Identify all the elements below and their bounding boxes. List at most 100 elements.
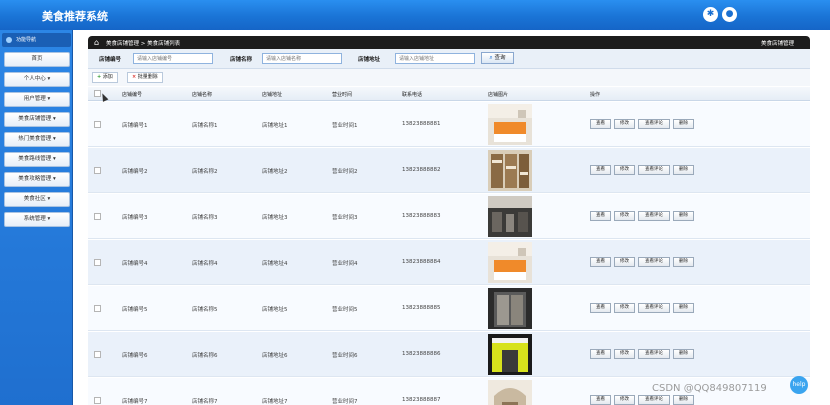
help-bubble-icon[interactable]: help	[790, 376, 808, 394]
sidebar-item-shop-management[interactable]: 美食店铺管理 ▾	[4, 112, 70, 127]
cell-name: 店铺名称4	[192, 261, 218, 267]
search-button[interactable]: ⌕ 查询	[481, 52, 514, 64]
table-row: 店铺编号4 店铺名称4 店铺地址4 营业时间4 13823888884 查看 修改 查看评论删…	[88, 240, 810, 285]
nav-dot-icon	[6, 37, 12, 43]
cell-phone: 13823888886	[402, 351, 441, 357]
edit-button[interactable]: 修改	[614, 211, 635, 221]
view-comments-button[interactable]: 查看评论	[638, 303, 670, 313]
col-shop-id[interactable]: 店铺编号	[122, 91, 142, 98]
shop-image[interactable]	[488, 334, 532, 375]
batch-delete-button[interactable]: × 批量删除	[127, 72, 163, 83]
row-checkbox[interactable]	[94, 305, 101, 312]
view-comments-button[interactable]: 查看评论	[638, 119, 670, 129]
edit-button[interactable]: 修改	[614, 349, 635, 359]
cell-id: 店铺编号2	[122, 169, 148, 175]
user-icon[interactable]: ●	[722, 7, 737, 22]
shop-image[interactable]	[488, 288, 532, 329]
row-checkbox[interactable]	[94, 259, 101, 266]
view-button[interactable]: 查看	[590, 395, 611, 405]
cell-id: 店铺编号4	[122, 261, 148, 267]
cell-phone: 13823888887	[402, 397, 441, 403]
table-row: 店铺编号1 店铺名称1 店铺地址1 营业时间1 13823888881 查看 修改 查看评论删…	[88, 102, 810, 147]
edit-button[interactable]: 修改	[614, 165, 635, 175]
plus-icon: +	[97, 74, 102, 80]
cell-hours: 营业时间7	[332, 399, 358, 405]
batch-delete-label: 批量删除	[137, 74, 158, 80]
delete-button[interactable]: 删除	[673, 165, 694, 175]
shop-name-input[interactable]	[262, 53, 342, 64]
delete-button[interactable]: 删除	[673, 257, 694, 267]
cell-phone: 13823888881	[402, 121, 441, 127]
sidebar-item-popular-food-management[interactable]: 热门美食管理 ▾	[4, 132, 70, 147]
cell-address: 店铺地址1	[262, 123, 288, 129]
edit-button[interactable]: 修改	[614, 395, 635, 405]
row-checkbox[interactable]	[94, 351, 101, 358]
cell-address: 店铺地址5	[262, 307, 288, 313]
col-phone[interactable]: 联系电话	[402, 91, 422, 98]
col-shop-name[interactable]: 店铺名称	[192, 91, 212, 98]
cell-hours: 营业时间5	[332, 307, 358, 313]
delete-button[interactable]: 删除	[673, 303, 694, 313]
search-icon: ⌕	[489, 54, 493, 61]
top-header: 美食推荐系统 ✱ ●	[0, 0, 830, 30]
delete-button[interactable]: 删除	[673, 395, 694, 405]
sidebar-item-personal-center[interactable]: 个人中心 ▾	[4, 72, 70, 87]
page-title: 美食店铺管理	[760, 41, 794, 47]
sidebar-item-home[interactable]: 首页	[4, 52, 70, 67]
edit-button[interactable]: 修改	[614, 257, 635, 267]
cell-name: 店铺名称7	[192, 399, 218, 405]
delete-button[interactable]: 删除	[673, 349, 694, 359]
view-comments-button[interactable]: 查看评论	[638, 349, 670, 359]
col-business-hours[interactable]: 营业时间	[332, 91, 352, 98]
view-comments-button[interactable]: 查看评论	[638, 165, 670, 175]
row-checkbox[interactable]	[94, 121, 101, 128]
view-button[interactable]: 查看	[590, 303, 611, 313]
row-checkbox[interactable]	[94, 213, 101, 220]
cell-id: 店铺编号3	[122, 215, 148, 221]
view-comments-button[interactable]: 查看评论	[638, 395, 670, 405]
view-button[interactable]: 查看	[590, 119, 611, 129]
row-checkbox[interactable]	[94, 167, 101, 174]
sidebar: 功能导航 首页个人中心 ▾ 用户管理 ▾ 美食店铺管理 ▾ 热门美食管理 ▾ 美食路线管…	[0, 30, 73, 405]
delete-button[interactable]: 删除	[673, 211, 694, 221]
home-icon[interactable]: ⌂	[94, 38, 99, 47]
shop-image[interactable]	[488, 196, 532, 237]
sidebar-item-system-management[interactable]: 系统管理 ▾	[4, 212, 70, 227]
view-button[interactable]: 查看	[590, 165, 611, 175]
sidebar-item-food-community[interactable]: 美食社区 ▾	[4, 192, 70, 207]
search-label-shop-id: 店铺编号	[99, 57, 122, 63]
shop-image[interactable]	[488, 104, 532, 145]
sidebar-item-user-management[interactable]: 用户管理 ▾	[4, 92, 70, 107]
shop-image[interactable]	[488, 150, 532, 191]
view-button[interactable]: 查看	[590, 257, 611, 267]
add-button[interactable]: + 添加	[92, 72, 118, 83]
search-button-label: 查询	[494, 55, 506, 61]
edit-button[interactable]: 修改	[614, 119, 635, 129]
cell-hours: 营业时间1	[332, 123, 358, 129]
cell-address: 店铺地址6	[262, 353, 288, 359]
search-bar: 店铺编号 店铺名称 店铺地址 ⌕ 查询	[88, 49, 810, 69]
delete-button[interactable]: 删除	[673, 119, 694, 129]
settings-icon[interactable]: ✱	[703, 7, 718, 22]
sidebar-header: 功能导航	[2, 33, 71, 47]
table-row: 店铺编号5 店铺名称5 店铺地址5 营业时间5 13823888885 查看 修改 查看评论删…	[88, 286, 810, 331]
search-label-shop-address: 店铺地址	[358, 57, 381, 63]
shop-image[interactable]	[488, 380, 532, 405]
view-comments-button[interactable]: 查看评论	[638, 257, 670, 267]
shop-id-input[interactable]	[133, 53, 213, 64]
shop-address-input[interactable]	[395, 53, 475, 64]
table-row: 店铺编号6 店铺名称6 店铺地址6 营业时间6 13823888886 查看 修改 查看评论删…	[88, 332, 810, 377]
edit-button[interactable]: 修改	[614, 303, 635, 313]
col-shop-address[interactable]: 店铺地址	[262, 91, 282, 98]
shop-image[interactable]	[488, 242, 532, 283]
row-checkbox[interactable]	[94, 397, 101, 404]
help-label: help	[792, 381, 806, 388]
cell-address: 店铺地址4	[262, 261, 288, 267]
view-button[interactable]: 查看	[590, 349, 611, 359]
sidebar-item-guide-management[interactable]: 美食攻略管理 ▾	[4, 172, 70, 187]
sidebar-item-route-management[interactable]: 美食路线管理 ▾	[4, 152, 70, 167]
view-button[interactable]: 查看	[590, 211, 611, 221]
cell-name: 店铺名称2	[192, 169, 218, 175]
view-comments-button[interactable]: 查看评论	[638, 211, 670, 221]
cell-hours: 营业时间2	[332, 169, 358, 175]
